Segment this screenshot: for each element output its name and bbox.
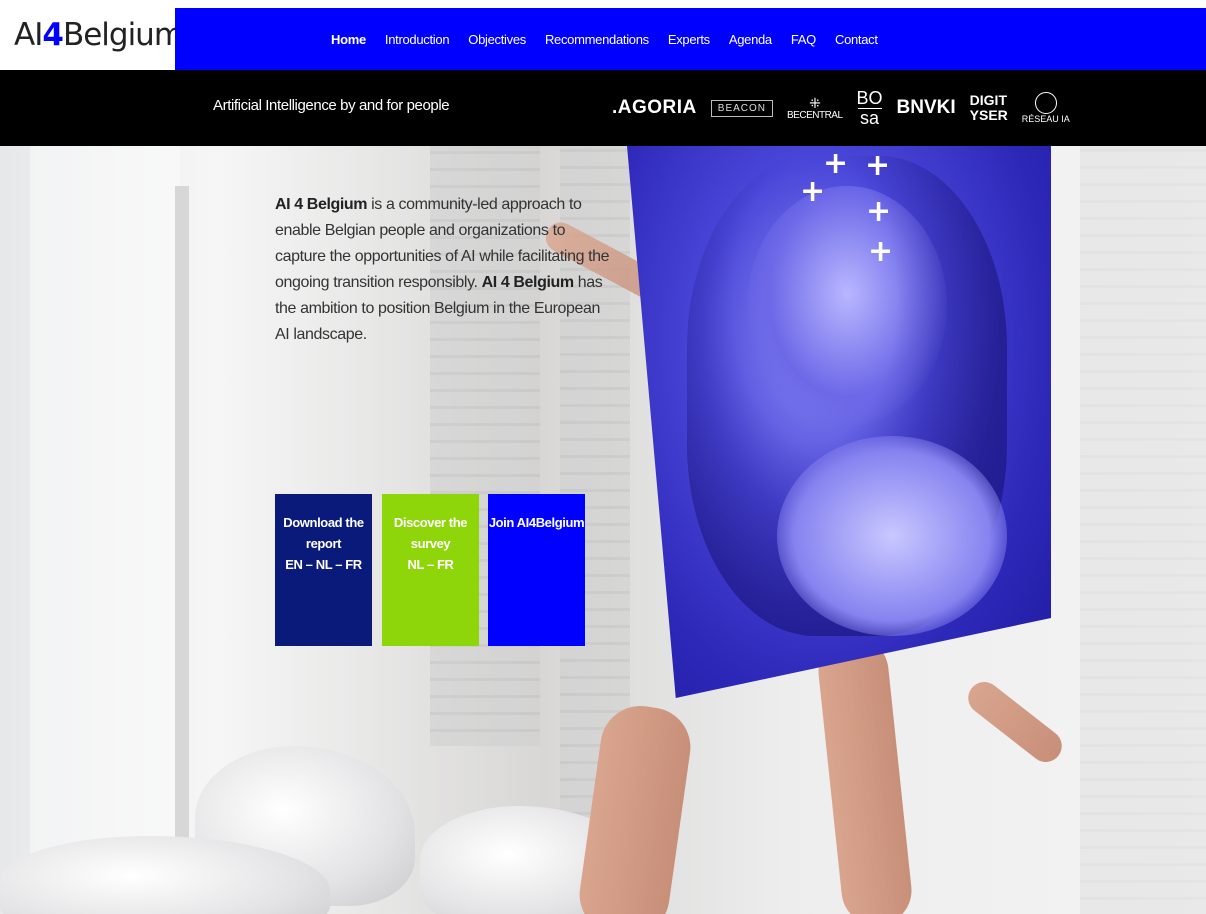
reseau-label: RÉSEAU IA [1021,114,1070,124]
join-line-1: Join AI4Belgium [488,515,585,530]
nav-recommendations[interactable]: Recommendations [545,32,649,47]
plus-mark-icon: + [868,234,894,269]
survey-line-2: survey [410,536,451,551]
becentral-glyph-icon: ⁜ [809,94,821,111]
shutter-right [1080,146,1206,914]
download-line-1: Download the [283,515,364,530]
reseau-circle-icon [1034,92,1057,114]
intro-bold-1: AI 4 Belgium [275,196,368,213]
partner-becentral-logo[interactable]: ⁜ BECENTRAL [787,96,843,121]
nav-experts[interactable]: Experts [668,32,710,47]
download-report-button[interactable]: Download the report EN – NL – FR [275,494,372,646]
digit-bottom: YSER [969,107,1008,123]
download-line-3: EN – NL – FR [285,557,362,572]
partner-reseau-ia-logo[interactable]: RÉSEAU IA [1022,92,1070,124]
site-header: AI 4 Belgium Home Introduction Objectives … [0,0,1206,70]
digit-top: DIGIT [969,92,1008,108]
tagline: Artificial Intelligence by and for peopl… [213,97,450,114]
child-dress-shape [777,436,1007,636]
site-logo[interactable]: AI 4 Belgium [0,0,184,70]
window-mullion [175,186,189,914]
nav-agenda[interactable]: Agenda [729,32,772,47]
plus-mark-icon: + [800,174,826,209]
join-ai4belgium-button[interactable]: Join AI4Belgium [488,494,585,646]
intro-paragraph: AI 4 Belgium is a community-led approach… [275,192,615,348]
main-nav: Home Introduction Objectives Recommendat… [175,8,1206,70]
tagline-band: Artificial Intelligence by and for peopl… [0,70,1206,146]
hero-photo-card [627,146,1051,698]
plus-mark-icon: + [866,194,892,229]
intro-bold-2: AI 4 Belgium [481,274,575,291]
partner-bosa-logo[interactable]: BO sa [856,87,883,128]
partner-digityser-logo[interactable]: DIGIT YSER [970,93,1008,123]
bosa-bottom: sa [860,107,880,128]
logo-four: 4 [42,17,64,53]
partner-beacon-logo[interactable]: BEACON [710,99,774,117]
download-line-2: report [305,536,342,551]
adult-arm-right [815,633,915,914]
becentral-label: BECENTRAL [787,109,843,121]
nav-home[interactable]: Home [331,32,366,47]
nav-objectives[interactable]: Objectives [468,32,526,47]
nav-faq[interactable]: FAQ [791,32,816,47]
child-hand-right [961,675,1069,769]
plus-mark-icon: + [823,146,849,181]
window-frame-left [30,146,180,914]
discover-survey-button[interactable]: Discover the survey NL – FR [382,494,479,646]
logo-suffix: Belgium [62,17,184,53]
nav-introduction[interactable]: Introduction [385,32,450,47]
nav-contact[interactable]: Contact [835,32,878,47]
survey-line-3: NL – FR [407,557,454,572]
plus-mark-icon: + [865,148,891,183]
bosa-top: BO [856,87,883,108]
logo-prefix: AI [14,17,43,53]
survey-line-1: Discover the [393,515,468,530]
hero-section: + + + + + AI 4 Belgium is a community-le… [0,146,1206,914]
partner-agoria-logo[interactable]: .AGORIA [612,97,697,119]
partner-bnvki-logo[interactable]: BNVKI [897,97,956,119]
partner-logos: .AGORIA BEACON ⁜ BECENTRAL BO sa BNVKI D… [612,80,1070,136]
